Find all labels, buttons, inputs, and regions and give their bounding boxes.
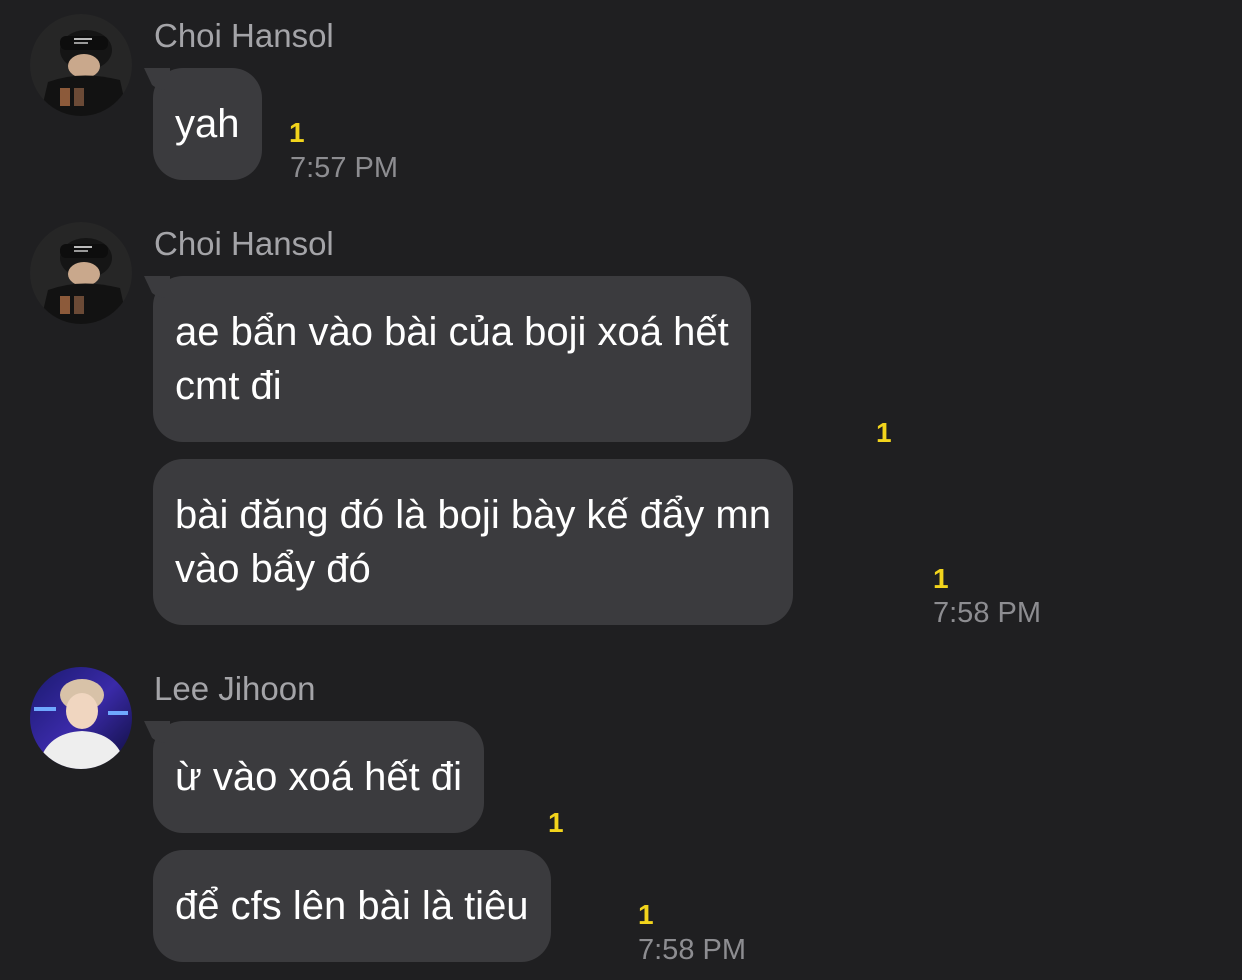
unread-count: 1 [548, 807, 564, 838]
message-timestamp: 7:58 PM [933, 597, 1041, 629]
message-timestamp: 7:58 PM [638, 934, 746, 966]
sender-name: Choi Hansol [154, 225, 334, 262]
avatar-photo-icon [30, 14, 132, 116]
message-text: yah [175, 102, 240, 146]
unread-count: 1 [933, 563, 949, 594]
message-text: để cfs lên bài là tiêu [175, 884, 529, 928]
avatar-photo-icon [30, 667, 132, 769]
message-bubble[interactable]: để cfs lên bài là tiêu [153, 850, 551, 962]
unread-count: 1 [638, 899, 654, 930]
message-line: vào bẩy đó [175, 547, 371, 591]
sender-avatar[interactable] [30, 667, 132, 769]
message-line: ae bẩn vào bài của boji xoá hết [175, 310, 729, 354]
message-bubble[interactable]: yah [153, 68, 262, 180]
message-line: cmt đi [175, 364, 282, 408]
message-bubble[interactable]: bài đăng đó là boji bày kế đẩy mn vào bẩ… [153, 459, 793, 625]
message-text: ae bẩn vào bài của boji xoá hết cmt đi [175, 305, 729, 413]
message-bubble[interactable]: ừ vào xoá hết đi [153, 721, 484, 833]
sender-avatar[interactable] [30, 222, 132, 324]
unread-count: 1 [876, 417, 892, 448]
unread-count: 1 [289, 117, 305, 148]
message-text: bài đăng đó là boji bày kế đẩy mn vào bẩ… [175, 488, 771, 596]
sender-avatar[interactable] [30, 14, 132, 116]
avatar-photo-icon [30, 222, 132, 324]
sender-name: Choi Hansol [154, 17, 334, 54]
message-timestamp: 7:57 PM [290, 152, 398, 184]
message-line: bài đăng đó là boji bày kế đẩy mn [175, 493, 771, 537]
message-bubble[interactable]: ae bẩn vào bài của boji xoá hết cmt đi [153, 276, 751, 442]
message-text: ừ vào xoá hết đi [175, 755, 462, 799]
sender-name: Lee Jihoon [154, 670, 316, 707]
